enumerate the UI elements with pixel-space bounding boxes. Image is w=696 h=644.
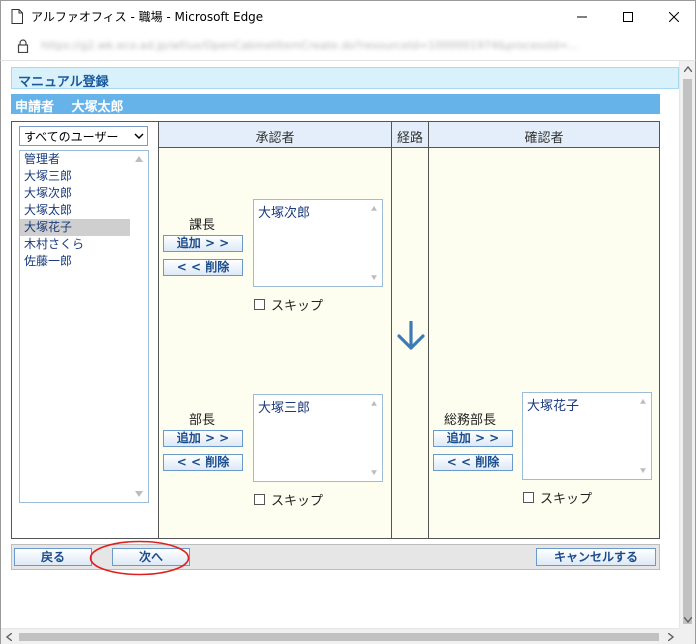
confirmer-column: 確認者 総務部長 追加 > > < < 削除 大塚花子 スキップ [428,122,659,538]
approver-2-scrollbar[interactable] [366,395,382,481]
scrollbar-corner [679,628,695,644]
url-text[interactable]: https://g2.wk.eco.ad.jp/wf/ux/OpenCabine… [41,39,681,52]
user-list-item[interactable]: 大塚次郎 [20,185,130,202]
approver-column-header: 承認者 [159,122,391,148]
approver-1-skip[interactable]: スキップ [254,295,323,314]
confirmer-value: 大塚花子 [527,399,580,414]
user-list-item[interactable]: 大塚太郎 [20,202,130,219]
address-bar[interactable]: https://g2.wk.eco.ad.jp/wf/ux/OpenCabine… [0,32,696,61]
page-viewport: マニュアル登録 申請者 大塚太郎 すべてのユーザー 管理者 大塚三郎 大塚次郎 … [0,61,696,644]
add-approver-2-button[interactable]: 追加 > > [163,430,243,447]
remove-confirmer-button[interactable]: < < 削除 [433,454,513,471]
chevron-down-icon [134,133,144,140]
scroll-right-icon[interactable] [663,629,679,644]
scroll-left-icon[interactable] [1,629,17,644]
user-list-item[interactable]: 佐藤一郎 [20,253,130,270]
approver-1-value: 大塚次郎 [258,206,311,221]
approver-role-label: 部長 [189,413,216,428]
route-grid: すべてのユーザー 管理者 大塚三郎 大塚次郎 大塚太郎 大塚花子 木村さくら 佐… [11,121,660,539]
maximize-button[interactable] [605,1,651,32]
scroll-up-icon[interactable] [680,61,695,77]
add-approver-1-button[interactable]: 追加 > > [163,235,243,252]
user-list-item[interactable]: 木村さくら [20,236,130,253]
approver-role-label: 課長 [189,218,216,233]
approver-1-skip-label: スキップ [271,299,324,314]
approver-1-box[interactable]: 大塚次郎 [253,199,383,287]
arrow-down-icon [397,321,425,350]
maximize-icon [623,11,633,22]
window-titlebar: アルファオフィス - 職場 - Microsoft Edge [0,0,696,32]
next-button[interactable]: 次へ [112,548,190,566]
user-list-item[interactable]: 大塚花子 [20,219,130,236]
user-list[interactable]: 管理者 大塚三郎 大塚次郎 大塚太郎 大塚花子 木村さくら 佐藤一郎 [19,150,149,503]
confirmer-box[interactable]: 大塚花子 [522,392,652,480]
confirmer-column-header: 確認者 [429,122,659,148]
user-list-item[interactable]: 管理者 [20,151,130,168]
confirmer-skip-checkbox[interactable] [523,492,534,503]
vertical-scroll-thumb[interactable] [683,79,692,624]
close-icon [669,11,679,22]
remove-approver-1-button[interactable]: < < 削除 [163,259,243,276]
user-list-scrollbar[interactable] [131,151,148,502]
minimize-button[interactable] [559,1,605,32]
approver-2-skip-label: スキップ [271,494,324,509]
approver-column: 承認者 課長 追加 > > < < 削除 大塚次郎 スキップ 部長 追加 > >… [158,122,391,538]
page-title: マニュアル登録 [11,67,679,90]
vertical-scrollbar[interactable] [679,61,695,628]
approver-2-box[interactable]: 大塚三郎 [253,394,383,482]
remove-approver-2-button[interactable]: < < 削除 [163,454,243,471]
approver-2-skip-checkbox[interactable] [254,494,265,505]
users-column: すべてのユーザー 管理者 大塚三郎 大塚次郎 大塚太郎 大塚花子 木村さくら 佐… [12,122,158,538]
page-icon [11,9,23,24]
confirmer-scrollbar[interactable] [635,393,651,479]
add-confirmer-button[interactable]: 追加 > > [433,430,513,447]
route-column-header: 経路 [392,122,428,148]
back-button[interactable]: 戻る [14,548,92,566]
scroll-down-icon[interactable] [135,491,143,497]
scroll-down-icon[interactable] [680,612,695,628]
horizontal-scrollbar[interactable] [1,628,679,644]
lock-icon [17,39,29,53]
footer-bar: 戻る 次へ キャンセルする [11,544,660,570]
approver-2-skip[interactable]: スキップ [254,490,323,509]
window-title: アルファオフィス - 職場 - Microsoft Edge [31,10,264,24]
horizontal-scroll-thumb[interactable] [19,633,659,641]
confirmer-role-label: 総務部長 [444,413,497,428]
confirmer-skip-label: スキップ [540,492,593,507]
user-filter-value: すべてのユーザー [24,130,119,144]
user-filter-select[interactable]: すべてのユーザー [19,126,148,146]
applicant-bar: 申請者 大塚太郎 [11,94,660,115]
scroll-up-icon[interactable] [135,156,143,162]
minimize-icon [577,16,587,17]
approver-1-skip-checkbox[interactable] [254,299,265,310]
close-button[interactable] [651,1,696,32]
approver-2-value: 大塚三郎 [258,401,311,416]
confirmer-skip[interactable]: スキップ [523,488,592,507]
cancel-button[interactable]: キャンセルする [536,548,656,566]
route-column: 経路 [391,122,428,538]
user-list-item[interactable]: 大塚三郎 [20,168,130,185]
approver-1-scrollbar[interactable] [366,200,382,286]
